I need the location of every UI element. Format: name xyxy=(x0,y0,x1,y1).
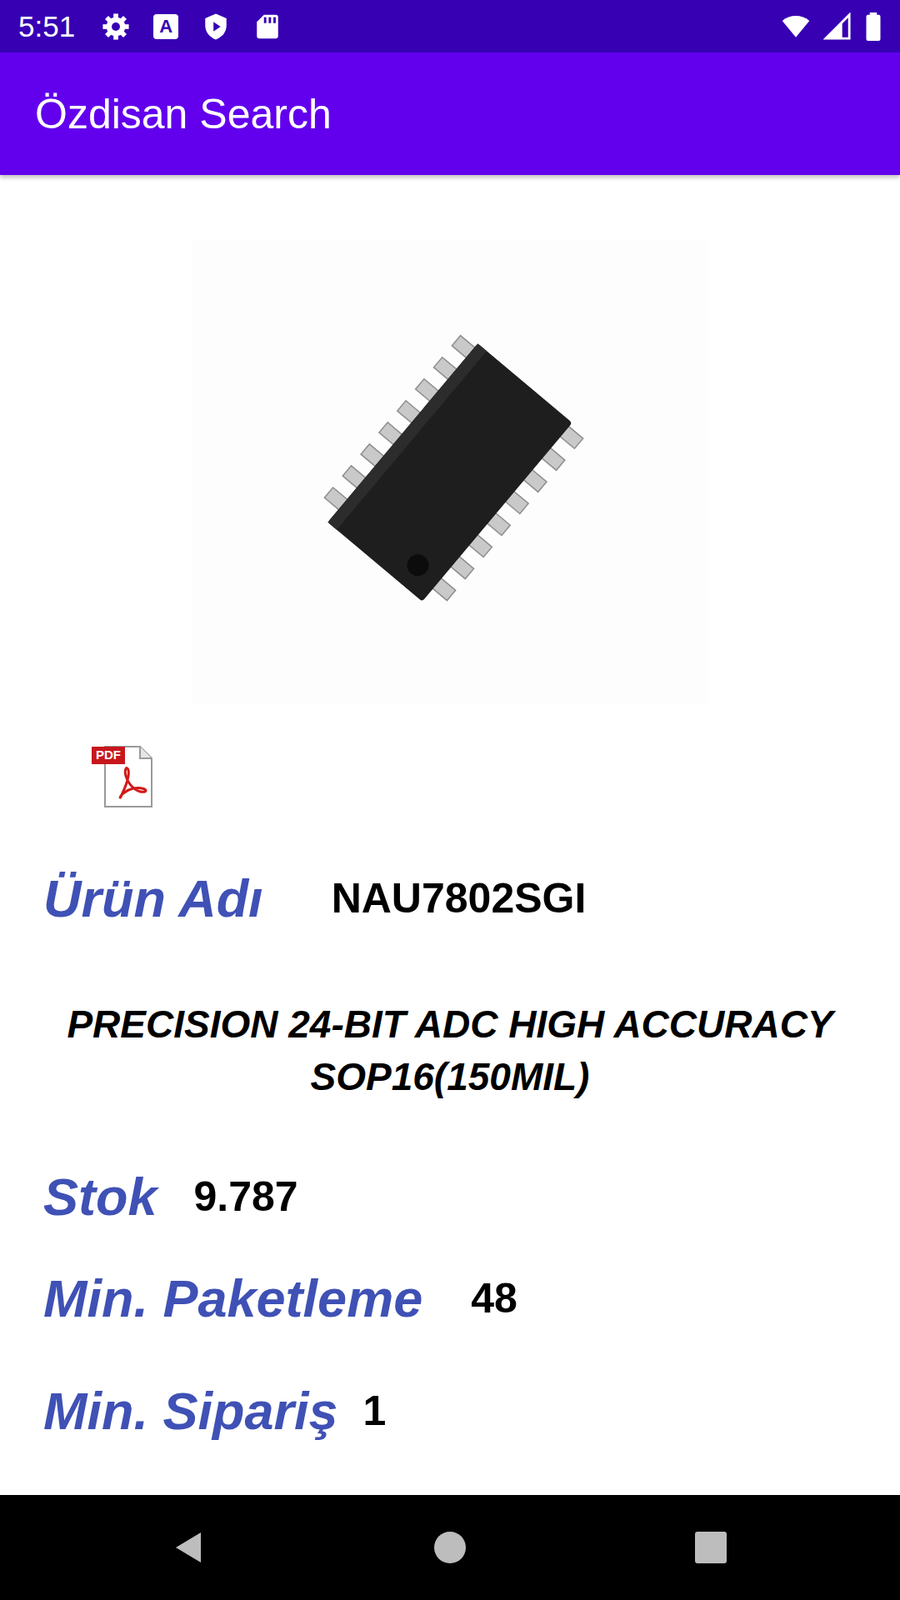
detail-label: Stok xyxy=(43,1166,158,1227)
signal-icon xyxy=(823,12,852,41)
pdf-badge: PDF xyxy=(91,746,125,765)
status-bar: 5:51 A xyxy=(0,0,900,53)
chip-icon xyxy=(191,240,709,705)
recents-icon[interactable] xyxy=(685,1522,736,1573)
detail-value: 1 xyxy=(363,1386,387,1435)
detail-label: Min. Paketleme xyxy=(43,1268,423,1329)
product-name: NAU7802SGI xyxy=(331,874,587,923)
navigation-bar xyxy=(0,1495,900,1600)
gear-icon xyxy=(101,12,130,41)
pdf-icon[interactable]: PDF xyxy=(91,745,155,809)
detail-label: Min. Sipariş xyxy=(43,1380,339,1441)
product-name-row: Ürün Adı NAU7802SGI xyxy=(0,865,900,932)
sd-card-icon xyxy=(253,12,282,41)
detail-value: 48 xyxy=(470,1274,518,1323)
status-time: 5:51 xyxy=(18,10,75,44)
detail-value: 9.787 xyxy=(194,1172,299,1221)
home-icon[interactable] xyxy=(425,1522,475,1573)
detail-row: Min. Sipariş 1 xyxy=(0,1377,900,1445)
detail-row: Stok 9.787 xyxy=(0,1163,900,1230)
notification-letter: A xyxy=(153,14,179,40)
product-name-label: Ürün Adı xyxy=(43,868,264,929)
detail-row: Min. Paketleme 48 xyxy=(0,1265,900,1332)
product-description: PRECISION 24-BIT ADC HIGH ACCURACY SOP16… xyxy=(0,998,900,1104)
wifi-icon xyxy=(781,12,810,41)
app-bar: Özdisan Search xyxy=(0,52,900,175)
product-image xyxy=(191,240,709,705)
back-icon[interactable] xyxy=(164,1522,215,1573)
battery-icon xyxy=(865,12,882,41)
app-title: Özdisan Search xyxy=(35,90,332,139)
shield-play-icon xyxy=(201,12,230,41)
product-detail: PDF Ürün Adı NAU7802SGI PRECISION 24-BIT… xyxy=(0,175,900,1495)
screen: 5:51 A Özdisan Search PDF Ürün Adı NAU78… xyxy=(0,0,900,1600)
